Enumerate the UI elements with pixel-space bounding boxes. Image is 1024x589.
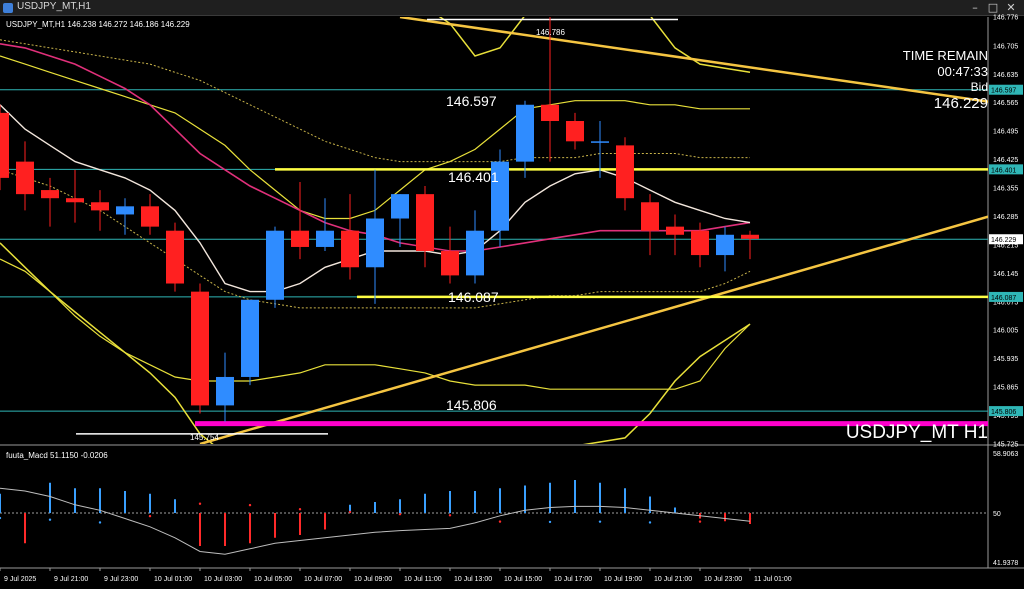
price-axis-label: 146.705 [993,43,1018,50]
macd-signal-dot [498,520,502,523]
candle-body [266,230,284,300]
macd-signal-dot [298,508,302,511]
price-axis-label: 145.865 [993,385,1018,392]
time-axis-label: 10 Jul 07:00 [304,576,342,583]
macd-axis-label: 50 [993,511,1001,518]
candle-body [166,230,184,284]
candle-body [491,161,509,231]
price-axis-label: 145.935 [993,356,1018,363]
candle-body [291,230,309,247]
macd-signal-dot [698,520,702,523]
price-series [0,17,988,444]
time-axis-label: 10 Jul 13:00 [454,576,492,583]
candle-body [741,234,759,239]
price-tag-label: 146.087 [991,295,1016,302]
time-axis-label: 10 Jul 17:00 [554,576,592,583]
candle-body [566,121,584,142]
candle-body [616,145,634,199]
macd-signal-dot [0,516,2,520]
candle-body [216,376,234,406]
price-axis-label: 146.495 [993,129,1018,136]
macd-signal-dot [348,510,352,514]
candle-body [116,206,134,215]
time-axis-label: 10 Jul 09:00 [354,576,392,583]
candle-body [666,226,684,235]
candle-body [0,112,9,178]
price-tag-label: 145.806 [991,409,1016,416]
candle-body [316,230,334,247]
macd-signal-dot [398,513,402,516]
candle-body [91,202,109,211]
macd-signal-dot [148,514,152,518]
price-axis-label: 146.565 [993,100,1018,107]
candle-body [241,299,259,377]
macd-signal-dot [98,521,102,524]
time-axis-label: 10 Jul 05:00 [254,576,292,583]
candle-body [141,206,159,227]
candle-body [16,161,34,195]
price-axis-label: 146.145 [993,271,1018,278]
price-axis-label: 146.425 [993,157,1018,164]
time-axis-label: 10 Jul 01:00 [154,576,192,583]
price-axis-label: 146.005 [993,328,1018,335]
candle-body [441,251,459,276]
macd-axis-label: 41.9378 [993,560,1018,567]
candle-body [416,194,434,252]
time-axis-label: 9 Jul 21:00 [54,576,88,583]
candle-body [41,190,59,199]
candle-body [391,194,409,219]
time-axis-label: 11 Jul 01:00 [754,576,792,583]
candle-body [691,230,709,256]
candle-body [516,104,534,162]
candle-body [591,141,609,143]
candle-body [466,230,484,276]
price-axis-label: 146.285 [993,214,1018,221]
candle-body [541,104,559,122]
time-axis-label: 10 Jul 23:00 [704,576,742,583]
price-axis-label: 146.355 [993,186,1018,193]
macd-signal-dot [748,517,752,521]
macd-signal-dot [648,521,652,524]
time-axis-label: 10 Jul 03:00 [204,576,242,583]
time-axis-label: 10 Jul 19:00 [604,576,642,583]
bollinger-upper [438,17,751,74]
ma-dotted-upper [0,39,750,163]
price-tag-label: 146.401 [991,167,1016,174]
candle-body [366,218,384,268]
price-tag-label: 146.597 [991,88,1016,95]
trendline-descending [399,17,988,103]
macd-signal-dot [48,518,52,521]
chart-window: USDJPY_MT,H1 – □ ✕ 146.776 146.705 146.635… [0,0,1024,589]
time-axis-label: 10 Jul 15:00 [504,576,542,583]
price-axis-label: 146.635 [993,72,1018,79]
macd-signal-dot [598,520,602,523]
candle-body [716,234,734,256]
macd-signal-dot [448,514,452,517]
candle-body [66,198,84,203]
candle-body [641,202,659,231]
price-axis-label: 145.725 [993,442,1018,449]
macd-signal-dot [198,502,202,505]
price-axis-label: 146.776 [993,15,1018,22]
time-axis-label: 10 Jul 11:00 [404,576,442,583]
macd-signal-dot [548,520,552,524]
macd-signal-dot [248,503,252,507]
price-chart[interactable]: 146.776 146.705 146.635 146.565 146.495 146.4… [0,0,1024,589]
macd-axis-label: 58.9063 [993,451,1018,458]
time-axis-label: 9 Jul 2025 [4,576,36,583]
time-axis-label: 10 Jul 21:00 [654,576,692,583]
macd-signal-line [0,487,751,555]
candle-body [191,291,209,406]
time-axis-label: 9 Jul 23:00 [104,576,138,583]
price-tag-label: 146.229 [991,237,1016,244]
candle-body [341,230,359,268]
